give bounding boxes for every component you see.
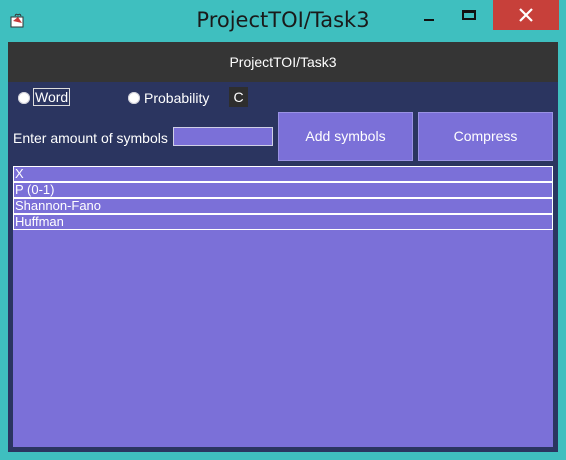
add-symbols-button[interactable]: Add symbols — [278, 112, 413, 161]
word-radio[interactable] — [18, 92, 30, 104]
table-row-huffman[interactable]: Huffman — [13, 214, 553, 230]
c-button[interactable]: C — [229, 87, 248, 107]
app-header-title: ProjectTOI/Task3 — [8, 42, 558, 82]
symbols-table[interactable]: X P (0-1) Shannon-Fano Huffman — [13, 166, 553, 447]
table-row-probability[interactable]: P (0-1) — [13, 182, 553, 198]
minimize-button[interactable] — [412, 0, 446, 30]
close-icon — [519, 8, 533, 22]
compress-button[interactable]: Compress — [418, 112, 553, 161]
close-button[interactable] — [493, 0, 559, 30]
maximize-button[interactable] — [452, 0, 488, 30]
table-row-shannon-fano[interactable]: Shannon-Fano — [13, 198, 553, 214]
minimize-icon — [424, 19, 434, 21]
amount-input[interactable] — [173, 127, 273, 146]
word-radio-label[interactable]: Word — [33, 88, 71, 106]
table-row-x[interactable]: X — [13, 166, 553, 182]
maximize-icon — [462, 10, 476, 20]
window-titlebar[interactable]: ProjectTOI/Task3 — [0, 0, 566, 42]
app-content: ProjectTOI/Task3 Word Probability C Ente… — [8, 42, 558, 452]
amount-label: Enter amount of symbols — [13, 130, 168, 146]
probability-radio-label[interactable]: Probability — [144, 90, 209, 106]
probability-radio[interactable] — [128, 92, 140, 104]
